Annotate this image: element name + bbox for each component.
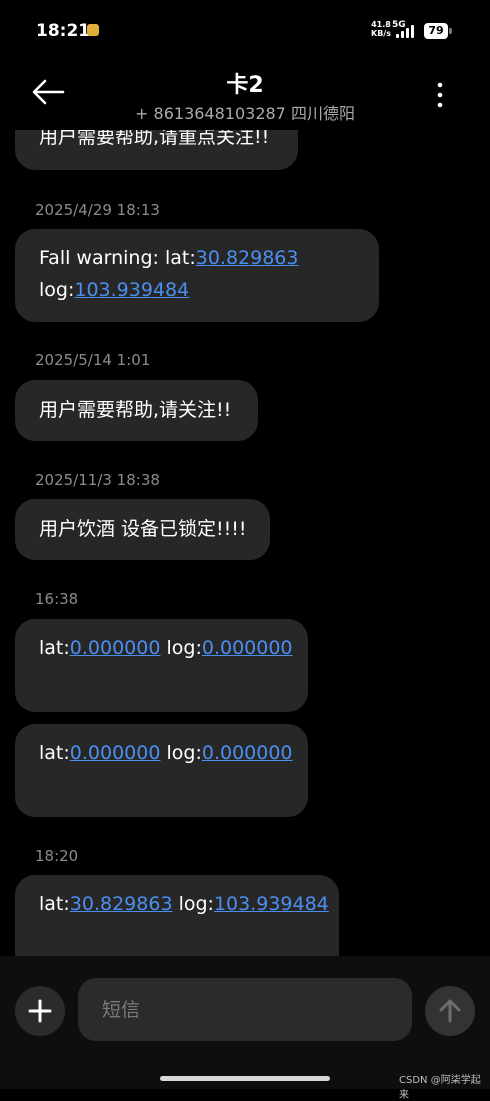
message-text: lat: bbox=[39, 742, 70, 764]
compose-bar: CSDN @阿柒学起来 bbox=[0, 956, 490, 1101]
message-bubble[interactable]: 用户需要帮助,请关注!! bbox=[15, 380, 258, 441]
notification-icon bbox=[87, 24, 99, 36]
message-text: log: bbox=[160, 742, 202, 764]
message-timestamp: 18:20 bbox=[35, 847, 79, 865]
arrow-up-icon bbox=[439, 999, 461, 1023]
message-text: log: bbox=[172, 893, 214, 915]
more-vertical-icon bbox=[437, 82, 443, 108]
message-text: log: bbox=[160, 637, 202, 659]
message-bubble[interactable]: lat:30.829863 log:103.939484 bbox=[15, 875, 339, 956]
message-bubble[interactable]: lat:0.000000 log:0.000000 bbox=[15, 619, 308, 712]
plus-icon bbox=[28, 999, 52, 1023]
status-bar: 18:21 41.8 KB/s 5G 79 bbox=[0, 0, 490, 62]
contact-subtitle: + 8613648103287 四川德阳 bbox=[135, 104, 355, 123]
conversation-header: 卡2 + 8613648103287 四川德阳 bbox=[0, 62, 490, 130]
coordinate-link[interactable]: 103.939484 bbox=[214, 893, 329, 915]
coordinate-link[interactable]: 30.829863 bbox=[70, 893, 173, 915]
sms-input[interactable] bbox=[78, 978, 412, 1041]
battery-icon: 79 bbox=[424, 23, 452, 39]
message-timestamp: 2025/11/3 18:38 bbox=[35, 471, 160, 489]
coordinate-link[interactable]: 0.000000 bbox=[70, 637, 161, 659]
watermark: CSDN @阿柒学起来 bbox=[399, 1075, 481, 1101]
coordinate-link[interactable]: 0.000000 bbox=[202, 637, 293, 659]
message-bubble[interactable]: 用户需要帮助,请重点关注!! bbox=[15, 130, 298, 170]
message-text: 用户需要帮助,请关注!! bbox=[39, 399, 232, 421]
message-text: lat: bbox=[39, 637, 70, 659]
network-speed: 41.8 KB/s bbox=[371, 20, 391, 38]
network-speed-unit: KB/s bbox=[371, 29, 391, 38]
message-list[interactable]: 用户需要帮助,请重点关注!! 2025/4/29 18:13 Fall warn… bbox=[0, 130, 490, 956]
message-text: 用户需要帮助,请重点关注!! bbox=[39, 130, 270, 148]
message-text: log: bbox=[39, 279, 75, 301]
message-timestamp: 2025/4/29 18:13 bbox=[35, 201, 160, 219]
coordinate-link[interactable]: 30.829863 bbox=[196, 247, 299, 269]
coordinate-link[interactable]: 0.000000 bbox=[70, 742, 161, 764]
message-timestamp: 2025/5/14 1:01 bbox=[35, 351, 151, 369]
coordinate-link[interactable]: 0.000000 bbox=[202, 742, 293, 764]
message-timestamp: 16:38 bbox=[35, 590, 79, 608]
status-time: 18:21 bbox=[36, 21, 91, 41]
message-bubble[interactable]: lat:0.000000 log:0.000000 bbox=[15, 724, 308, 817]
more-button[interactable] bbox=[428, 78, 452, 110]
network-speed-value: 41.8 bbox=[371, 20, 391, 29]
contact-title: 卡2 bbox=[226, 73, 264, 98]
add-attachment-button[interactable] bbox=[15, 986, 65, 1036]
message-bubble[interactable]: Fall warning: lat:30.829863 log:103.9394… bbox=[15, 229, 379, 322]
battery-level: 79 bbox=[424, 23, 448, 39]
send-button[interactable] bbox=[425, 986, 475, 1036]
home-indicator[interactable] bbox=[160, 1076, 330, 1081]
signal-icon bbox=[396, 24, 418, 38]
coordinate-link[interactable]: 103.939484 bbox=[74, 279, 189, 301]
message-text: Fall warning: lat: bbox=[39, 247, 196, 269]
message-text: 用户饮酒 设备已锁定!!!! bbox=[39, 518, 247, 540]
message-text: lat: bbox=[39, 893, 70, 915]
message-bubble[interactable]: 用户饮酒 设备已锁定!!!! bbox=[15, 499, 270, 560]
